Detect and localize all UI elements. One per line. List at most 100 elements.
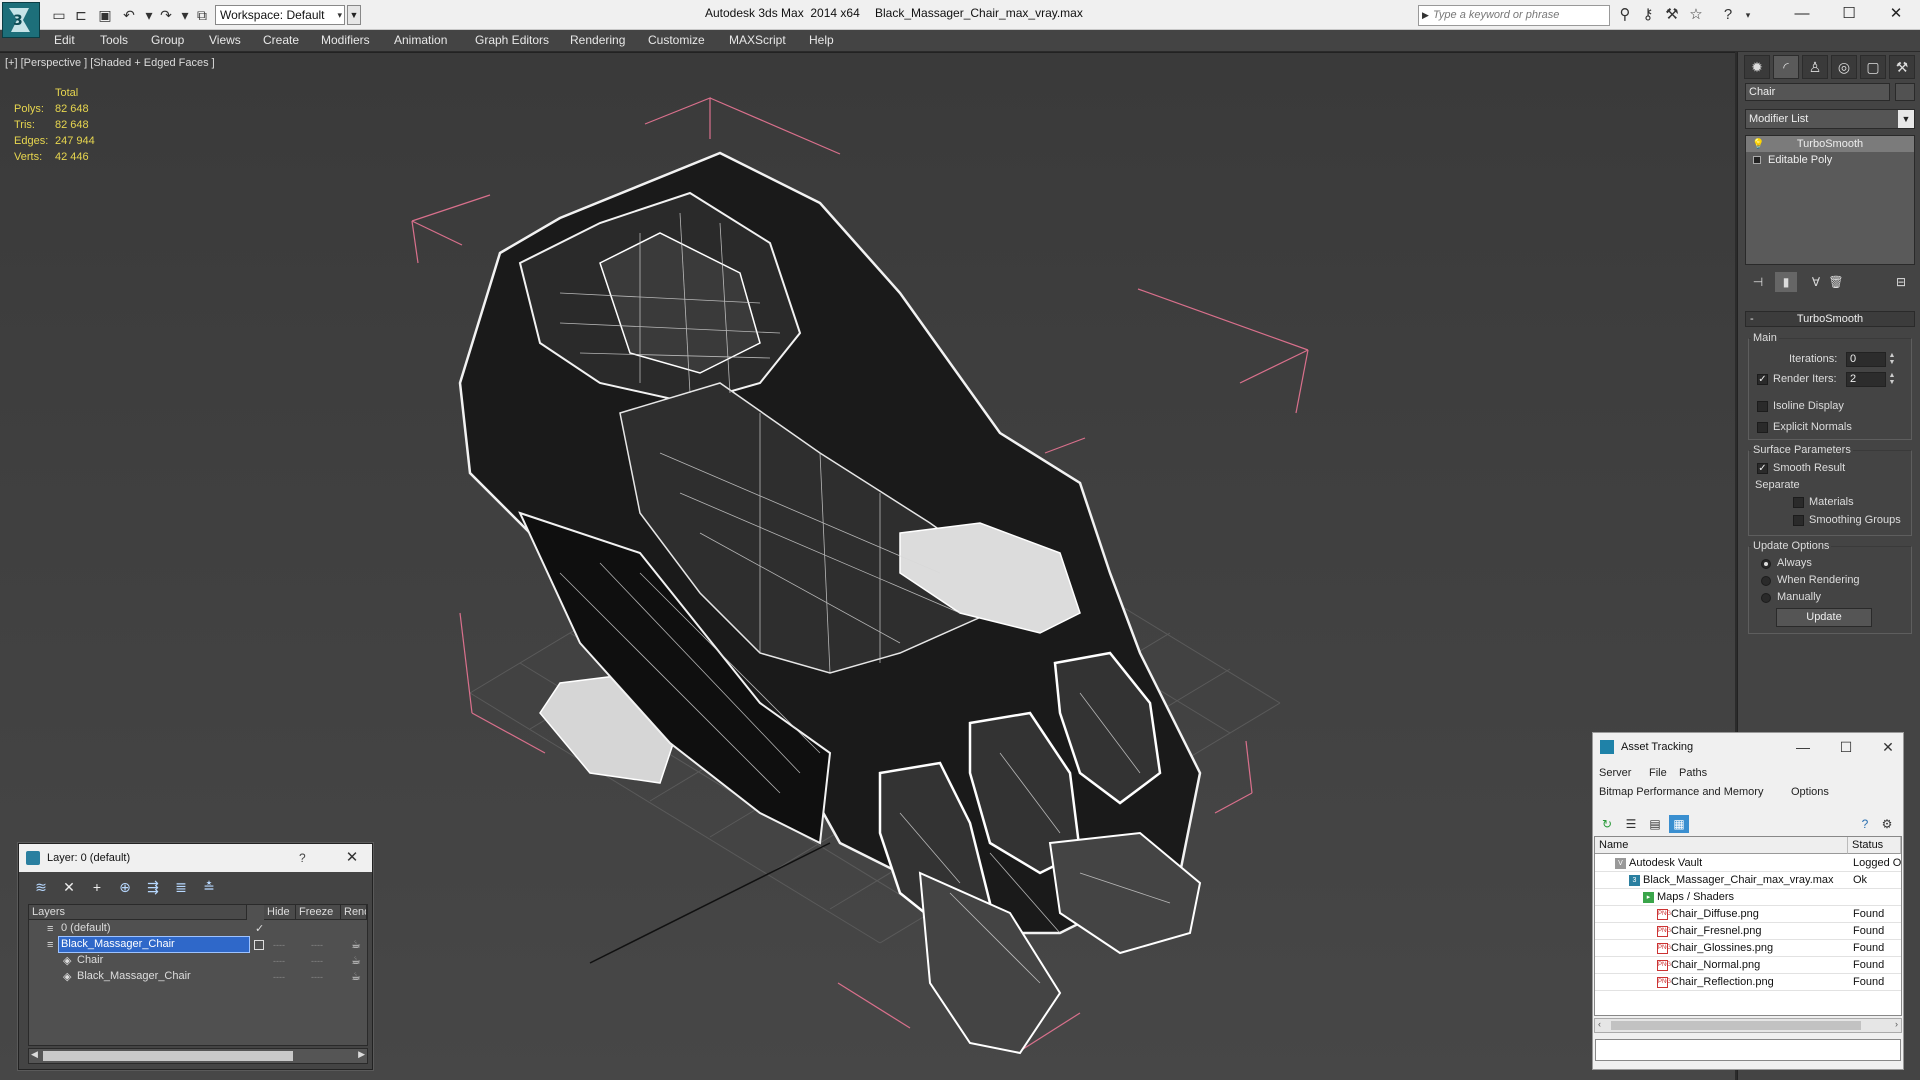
layer-row[interactable]: ◈ Black_Massager_Chair ---- ---- ☕ [29, 969, 367, 985]
freeze-toggle[interactable]: ---- [311, 969, 323, 985]
column-header[interactable]: Status [1848, 837, 1901, 854]
stack-item-editable-poly[interactable]: Editable Poly [1746, 152, 1914, 168]
menu-views[interactable]: Views [209, 33, 241, 47]
column-header[interactable]: Layers [29, 905, 247, 920]
render-teapot-icon[interactable]: ☕ [351, 937, 361, 953]
always-radio[interactable] [1761, 559, 1771, 569]
spinner-arrows-icon[interactable]: ▲ ▼ [1888, 372, 1896, 387]
utilities-tab-icon[interactable]: ⚒ [1889, 55, 1915, 79]
menu-modifiers[interactable]: Modifiers [321, 33, 370, 47]
add-to-layer-icon[interactable]: + [87, 877, 107, 897]
manually-radio[interactable] [1761, 593, 1771, 603]
stack-item-turbosmooth[interactable]: 💡 TurboSmooth [1746, 136, 1914, 152]
menu-paths[interactable]: Paths [1679, 767, 1707, 779]
minimize-button[interactable]: — [1782, 2, 1822, 26]
settings-icon[interactable]: ⚙ [1877, 815, 1897, 833]
remove-modifier-icon[interactable]: 🗑 [1825, 272, 1847, 292]
favorites-star-icon[interactable]: ☆ [1686, 6, 1706, 24]
save-icon[interactable]: ▣ [96, 6, 114, 24]
menu-options[interactable]: Options [1791, 786, 1829, 798]
undo-dropdown-icon[interactable]: ▾ [140, 6, 158, 24]
isoline-display-checkbox[interactable] [1757, 401, 1768, 412]
horizontal-scrollbar[interactable]: ◀ ▶ [28, 1048, 368, 1064]
menu-create[interactable]: Create [263, 33, 299, 47]
column-header[interactable]: Name [1595, 837, 1848, 854]
redo-icon[interactable]: ↷ [157, 6, 175, 24]
hide-toggle[interactable]: ---- [273, 969, 285, 985]
asset-row[interactable]: ▸ Maps / Shaders [1595, 889, 1901, 906]
scroll-right-icon[interactable]: › [1895, 1019, 1898, 1029]
expand-box-icon[interactable] [1753, 156, 1761, 164]
binoculars-icon[interactable]: ⚲ [1615, 6, 1635, 24]
explicit-normals-checkbox[interactable] [1757, 422, 1768, 433]
render-teapot-icon[interactable]: ☕ [351, 969, 361, 985]
asset-row[interactable]: PNG Chair_Normal.png Found [1595, 957, 1901, 974]
smoothing-groups-checkbox[interactable] [1793, 515, 1804, 526]
maximize-button[interactable]: ☐ [1829, 2, 1869, 26]
configure-sets-icon[interactable]: ⊟ [1890, 272, 1912, 292]
help-dropdown-icon[interactable]: ▾ [1738, 6, 1758, 24]
asset-row[interactable]: 3 Black_Massager_Chair_max_vray.max Ok [1595, 872, 1901, 889]
hide-all-layers-icon[interactable]: ≣ [171, 877, 191, 897]
menu-bitmap-performance[interactable]: Bitmap Performance and Memory [1599, 786, 1763, 798]
refresh-icon[interactable]: ↻ [1597, 815, 1617, 833]
scroll-left-icon[interactable]: ◀ [31, 1049, 38, 1060]
layer-row[interactable]: ≡ Black_Massager_Chair ---- ---- ☕ [29, 936, 367, 953]
hierarchy-tab-icon[interactable]: ♙ [1802, 55, 1828, 79]
project-folder-icon[interactable]: ⧉ [193, 6, 211, 24]
asset-row[interactable]: PNG Chair_Reflection.png Found [1595, 974, 1901, 991]
dialog-title[interactable]: Layer: 0 (default) [19, 844, 372, 872]
menu-help[interactable]: Help [809, 33, 834, 47]
help-icon[interactable]: ? [299, 844, 306, 872]
close-button[interactable]: ✕ [1873, 733, 1903, 761]
viewport-label[interactable]: [+] [Perspective ] [Shaded + Edged Faces… [5, 57, 215, 69]
materials-checkbox[interactable] [1793, 497, 1804, 508]
horizontal-scrollbar[interactable]: ‹ › [1594, 1018, 1902, 1033]
open-file-icon[interactable]: ⊏ [72, 6, 90, 24]
scrollbar-thumb[interactable] [43, 1051, 293, 1061]
render-teapot-icon[interactable]: ☕ [351, 953, 361, 969]
scrollbar-thumb[interactable] [1611, 1021, 1861, 1030]
communication-icon[interactable]: ⚒ [1662, 6, 1682, 24]
smooth-result-checkbox[interactable]: ✓ [1757, 463, 1768, 474]
turbosmooth-rollout-header[interactable]: - TurboSmooth [1745, 311, 1915, 327]
active-layer-checkbox[interactable] [254, 940, 264, 950]
asset-row[interactable]: PNG Chair_Diffuse.png Found [1595, 906, 1901, 923]
maximize-button[interactable]: ☐ [1831, 733, 1861, 761]
menu-maxscript[interactable]: MAXScript [729, 33, 786, 47]
create-tab-icon[interactable]: ✹ [1744, 55, 1770, 79]
workspace-dropdown[interactable]: Workspace: Default ▾ [215, 5, 345, 25]
motion-tab-icon[interactable]: ◎ [1831, 55, 1857, 79]
make-unique-icon[interactable]: ∀ [1805, 272, 1827, 292]
active-layer-check-icon[interactable]: ✓ [255, 921, 264, 937]
modifier-list-dropdown[interactable]: Modifier List ▼ [1745, 109, 1915, 129]
spinner-arrows-icon[interactable]: ▲ ▼ [1888, 352, 1896, 367]
highlight-layer-icon[interactable]: ⇶ [143, 877, 163, 897]
help-icon[interactable]: ? [1855, 815, 1875, 833]
column-header[interactable]: Hide [264, 905, 296, 920]
display-tab-icon[interactable]: ▢ [1860, 55, 1886, 79]
3dsmax-logo-icon[interactable]: 3 [2, 2, 40, 38]
delete-layer-icon[interactable]: ✕ [59, 877, 79, 897]
layer-row[interactable]: ≡ 0 (default) ✓ [29, 921, 367, 937]
when-rendering-radio[interactable] [1761, 576, 1771, 586]
iterations-spinner[interactable]: 0 [1846, 352, 1886, 367]
scroll-right-icon[interactable]: ▶ [358, 1049, 365, 1060]
menu-rendering[interactable]: Rendering [570, 33, 625, 47]
search-input[interactable]: ▶ Type a keyword or phrase [1418, 5, 1610, 26]
render-iters-checkbox[interactable]: ✓ [1757, 374, 1768, 385]
render-iters-spinner[interactable]: 2 [1846, 372, 1886, 387]
asset-row[interactable]: V Autodesk Vault Logged O [1595, 855, 1901, 872]
lightbulb-icon[interactable]: 💡 [1752, 137, 1764, 153]
help-icon[interactable]: ? [1718, 6, 1738, 24]
freeze-toggle[interactable]: ---- [311, 953, 323, 969]
asset-row[interactable]: PNG Chair_Glossines.png Found [1595, 940, 1901, 957]
menu-animation[interactable]: Animation [394, 33, 447, 47]
freeze-all-layers-icon[interactable]: ≛ [199, 877, 219, 897]
select-in-layer-icon[interactable]: ⊕ [115, 877, 135, 897]
hide-toggle[interactable]: ---- [273, 937, 285, 953]
menu-graph-editors[interactable]: Graph Editors [475, 33, 549, 47]
menu-customize[interactable]: Customize [648, 33, 705, 47]
column-header[interactable]: Rend [341, 905, 367, 920]
show-end-result-icon[interactable]: ▮ [1775, 272, 1797, 292]
